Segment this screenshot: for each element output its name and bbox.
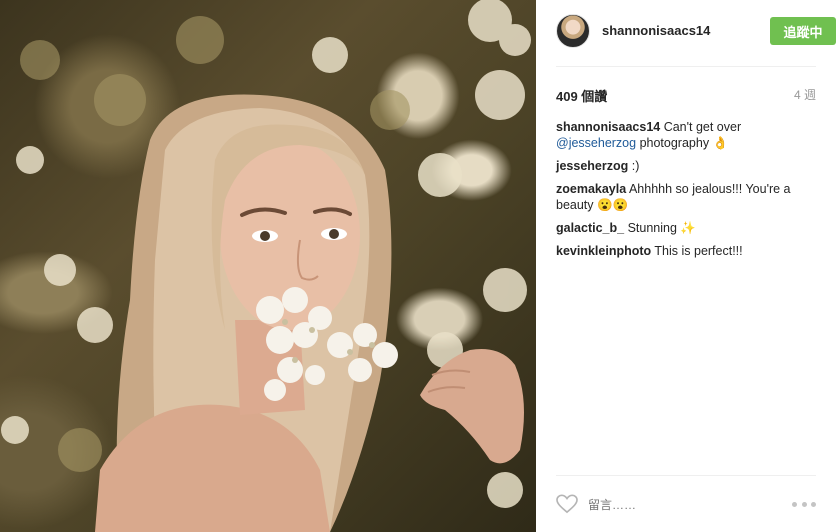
list-item: zoemakayla Ahhhhh so jealous!!! You're a…	[556, 181, 816, 213]
comment-username[interactable]: shannonisaacs14	[556, 120, 660, 134]
comment-text: :)	[628, 159, 640, 173]
ellipsis-icon[interactable]	[792, 502, 816, 508]
comments-list: shannonisaacs14 Can't get over @jesseher…	[556, 119, 816, 266]
dot	[811, 502, 816, 507]
post-side-panel: shannonisaacs14 追蹤中 409 個讚 4 週 shannonis…	[536, 0, 836, 532]
post-header: shannonisaacs14 追蹤中	[556, 14, 836, 50]
list-item: kevinkleinphoto This is perfect!!!	[556, 243, 816, 259]
comment-text: photography 👌	[636, 136, 729, 150]
mention-link[interactable]: @jesseherzog	[556, 136, 636, 150]
list-item: galactic_b_ Stunning ✨	[556, 220, 816, 236]
dot	[792, 502, 797, 507]
comment-username[interactable]: jesseherzog	[556, 159, 628, 173]
comment-text: Stunning ✨	[624, 221, 696, 235]
list-item: shannonisaacs14 Can't get over @jesseher…	[556, 119, 816, 151]
comment-text: This is perfect!!!	[651, 244, 743, 258]
heart-icon[interactable]	[556, 494, 578, 514]
divider	[556, 66, 816, 67]
portrait-illustration	[1, 0, 531, 532]
list-item: jesseherzog :)	[556, 158, 816, 174]
following-button[interactable]: 追蹤中	[770, 17, 836, 45]
instagram-post-modal: shannonisaacs14 追蹤中 409 個讚 4 週 shannonis…	[0, 0, 836, 532]
avatar[interactable]	[556, 14, 590, 48]
comment-text: Can't get over	[660, 120, 742, 134]
post-username[interactable]: shannonisaacs14	[602, 23, 710, 38]
dot	[801, 502, 807, 507]
divider	[556, 475, 816, 476]
comment-input[interactable]	[588, 495, 768, 515]
post-photo[interactable]	[0, 0, 536, 532]
post-timestamp[interactable]: 4 週	[794, 86, 816, 103]
likes-count[interactable]: 409 個讚	[556, 86, 607, 105]
comment-username[interactable]: zoemakayla	[556, 182, 626, 196]
post-actions	[556, 490, 816, 524]
comment-username[interactable]: galactic_b_	[556, 221, 624, 235]
comment-username[interactable]: kevinkleinphoto	[556, 244, 651, 258]
